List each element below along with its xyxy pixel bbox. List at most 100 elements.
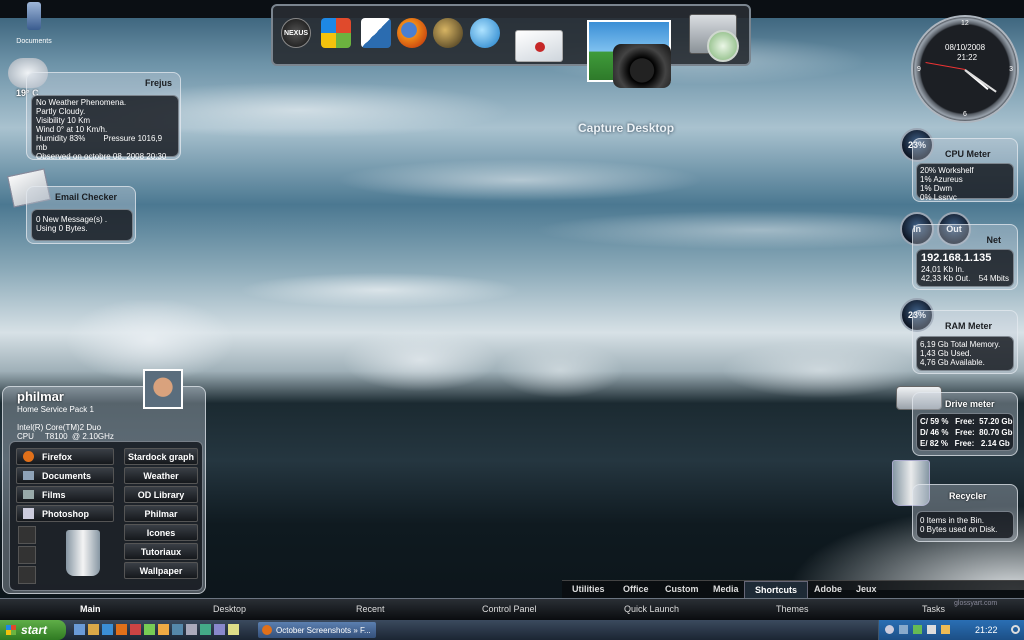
email-line: Using 0 Bytes. [36, 224, 88, 233]
inkscape-icon[interactable] [361, 18, 391, 48]
tray-icon[interactable] [885, 625, 894, 634]
tab-themes[interactable]: Themes [776, 604, 809, 614]
email-panel: 0 New Message(s) . Using 0 Bytes. [31, 209, 133, 241]
globe-icon[interactable] [433, 18, 463, 48]
dock-tab-adobe[interactable]: Adobe [814, 584, 842, 594]
ql-icon[interactable] [228, 624, 239, 635]
tab-tasks[interactable]: Tasks [922, 604, 945, 614]
recycler-line: 0 Items in the Bin. [920, 516, 985, 525]
taskbar-window-button[interactable]: October Screenshots » F... [258, 622, 376, 638]
small-tool-icon[interactable] [18, 526, 36, 544]
category-dockbar: Utilities Office Custom Media Shortcuts … [562, 580, 1024, 599]
dock-tab-office[interactable]: Office [623, 584, 649, 594]
ql-icon[interactable] [74, 624, 85, 635]
drive-panel: C/ 59 % Free: 57.20 Gb D/ 46 % Free: 80.… [916, 413, 1014, 451]
taskbar: start October Screenshots » F... 21:22 [0, 620, 1024, 640]
launcher-weather[interactable]: Weather [124, 467, 198, 484]
system-tray: 21:22 [878, 620, 1024, 640]
launcher-stardock-graph[interactable]: Stardock graph [124, 448, 198, 465]
cpu-line: 1% Azureus [920, 175, 963, 184]
email-line: 0 New Message(s) . [36, 215, 108, 224]
launcher-od-library[interactable]: OD Library [124, 486, 198, 503]
tray-clock[interactable]: 21:22 [975, 625, 998, 635]
weather-widget: Frejus No Weather Phenomena. Partly Clou… [26, 72, 181, 161]
weather-line: Observed on octobre 08, 2008 20:30 [36, 152, 167, 161]
net-panel: 192.168.1.135 24,01 Kb In. 42,33 Kb Out.… [916, 249, 1014, 287]
film-icon [23, 490, 34, 499]
tab-recent[interactable]: Recent [356, 604, 385, 614]
folder-icon [23, 471, 34, 480]
ql-icon[interactable] [102, 624, 113, 635]
ram-line: 1,43 Gb Used. [920, 349, 972, 358]
nexus-logo-icon[interactable]: NEXUS [281, 18, 311, 48]
cpu-meter-widget: CPU Meter 20% Workshelf 1% Azureus 1% Dw… [912, 138, 1018, 202]
launcher-panel: Firefox Documents Films Photoshop Stardo… [9, 441, 203, 591]
clock-icon[interactable] [707, 30, 739, 62]
recycler-panel: 0 Items in the Bin. 0 Bytes used on Disk… [916, 511, 1014, 539]
tab-control-panel[interactable]: Control Panel [482, 604, 537, 614]
capture-desktop-label: Capture Desktop [578, 121, 675, 135]
recycle-bin-icon[interactable] [66, 530, 100, 576]
drive-row: D/ 46 % Free: 80.70 Gb [920, 428, 1013, 437]
camera-icon[interactable] [613, 44, 671, 88]
documents-desktop-icon[interactable]: Documents [14, 2, 54, 48]
email-title: Email Checker [55, 192, 118, 202]
cpu-speed: CPU T8100 @ 2.10GHz [17, 432, 114, 441]
start-button[interactable]: start [0, 620, 66, 640]
tray-icon[interactable] [941, 625, 950, 634]
clock-second-hand [925, 62, 966, 70]
small-tool-icon[interactable] [18, 566, 36, 584]
drive-meter-widget: Drive meter C/ 59 % Free: 57.20 Gb D/ 46… [912, 392, 1018, 456]
user-edition: Home Service Pack 1 [17, 405, 94, 414]
dock-tab-jeux[interactable]: Jeux [856, 584, 877, 594]
clock-hour-label: 9 [917, 66, 921, 73]
net-speed: 54 Mbits [978, 274, 1009, 283]
net-title: Net [986, 235, 1001, 245]
launcher-photoshop[interactable]: Photoshop [16, 505, 114, 522]
ram-panel: 6,19 Gb Total Memory. 1,43 Gb Used. 4,76… [916, 336, 1014, 371]
launcher-tutoriaux[interactable]: Tutoriaux [124, 543, 198, 560]
tab-desktop[interactable]: Desktop [213, 604, 246, 614]
clock-hour-label: 6 [963, 111, 967, 118]
recycler-widget: Recycler 0 Items in the Bin. 0 Bytes use… [912, 484, 1018, 542]
tab-main[interactable]: Main [80, 604, 101, 614]
ql-icon[interactable] [88, 624, 99, 635]
ql-icon[interactable] [172, 624, 183, 635]
drive-row: C/ 59 % Free: 57.20 Gb [920, 417, 1013, 426]
dock-tab-media[interactable]: Media [713, 584, 739, 594]
launcher-philmar[interactable]: Philmar [124, 505, 198, 522]
tray-icon[interactable] [913, 625, 922, 634]
avatar[interactable] [143, 369, 183, 409]
tray-icon[interactable] [899, 625, 908, 634]
launcher-films[interactable]: Films [16, 486, 114, 503]
ql-icon[interactable] [200, 624, 211, 635]
clock-minute-hand [964, 69, 997, 93]
small-tool-icon[interactable] [18, 546, 36, 564]
ql-icon[interactable] [116, 624, 127, 635]
clock-date: 08/10/2008 [945, 43, 986, 52]
launcher-icones[interactable]: Icones [124, 524, 198, 541]
clock-time: 21:22 [957, 53, 978, 62]
orb-icon[interactable] [470, 18, 500, 48]
windows-logo-icon[interactable] [321, 18, 351, 48]
weather-line: Wind 0° at 10 Km/h. [36, 125, 108, 134]
launcher-firefox[interactable]: Firefox [16, 448, 114, 465]
launcher-wallpaper[interactable]: Wallpaper [124, 562, 198, 579]
ql-icon[interactable] [186, 624, 197, 635]
ql-icon[interactable] [158, 624, 169, 635]
ql-icon[interactable] [214, 624, 225, 635]
tray-icon[interactable] [927, 625, 936, 634]
launcher-documents[interactable]: Documents [16, 467, 114, 484]
dock-tab-custom[interactable]: Custom [665, 584, 699, 594]
ql-icon[interactable] [144, 624, 155, 635]
power-icon[interactable] [1011, 625, 1020, 634]
photoshop-icon [23, 508, 34, 519]
weather-line: Visibility 10 Km [36, 116, 91, 125]
tab-quick-launch[interactable]: Quick Launch [624, 604, 679, 614]
ql-icon[interactable] [130, 624, 141, 635]
net-in-rate: 24,01 Kb In. [921, 265, 965, 274]
net-ip: 192.168.1.135 [921, 252, 992, 264]
firefox-icon[interactable] [397, 18, 427, 48]
dock-tab-utilities[interactable]: Utilities [572, 584, 605, 594]
dock-tab-shortcuts[interactable]: Shortcuts [744, 581, 809, 599]
